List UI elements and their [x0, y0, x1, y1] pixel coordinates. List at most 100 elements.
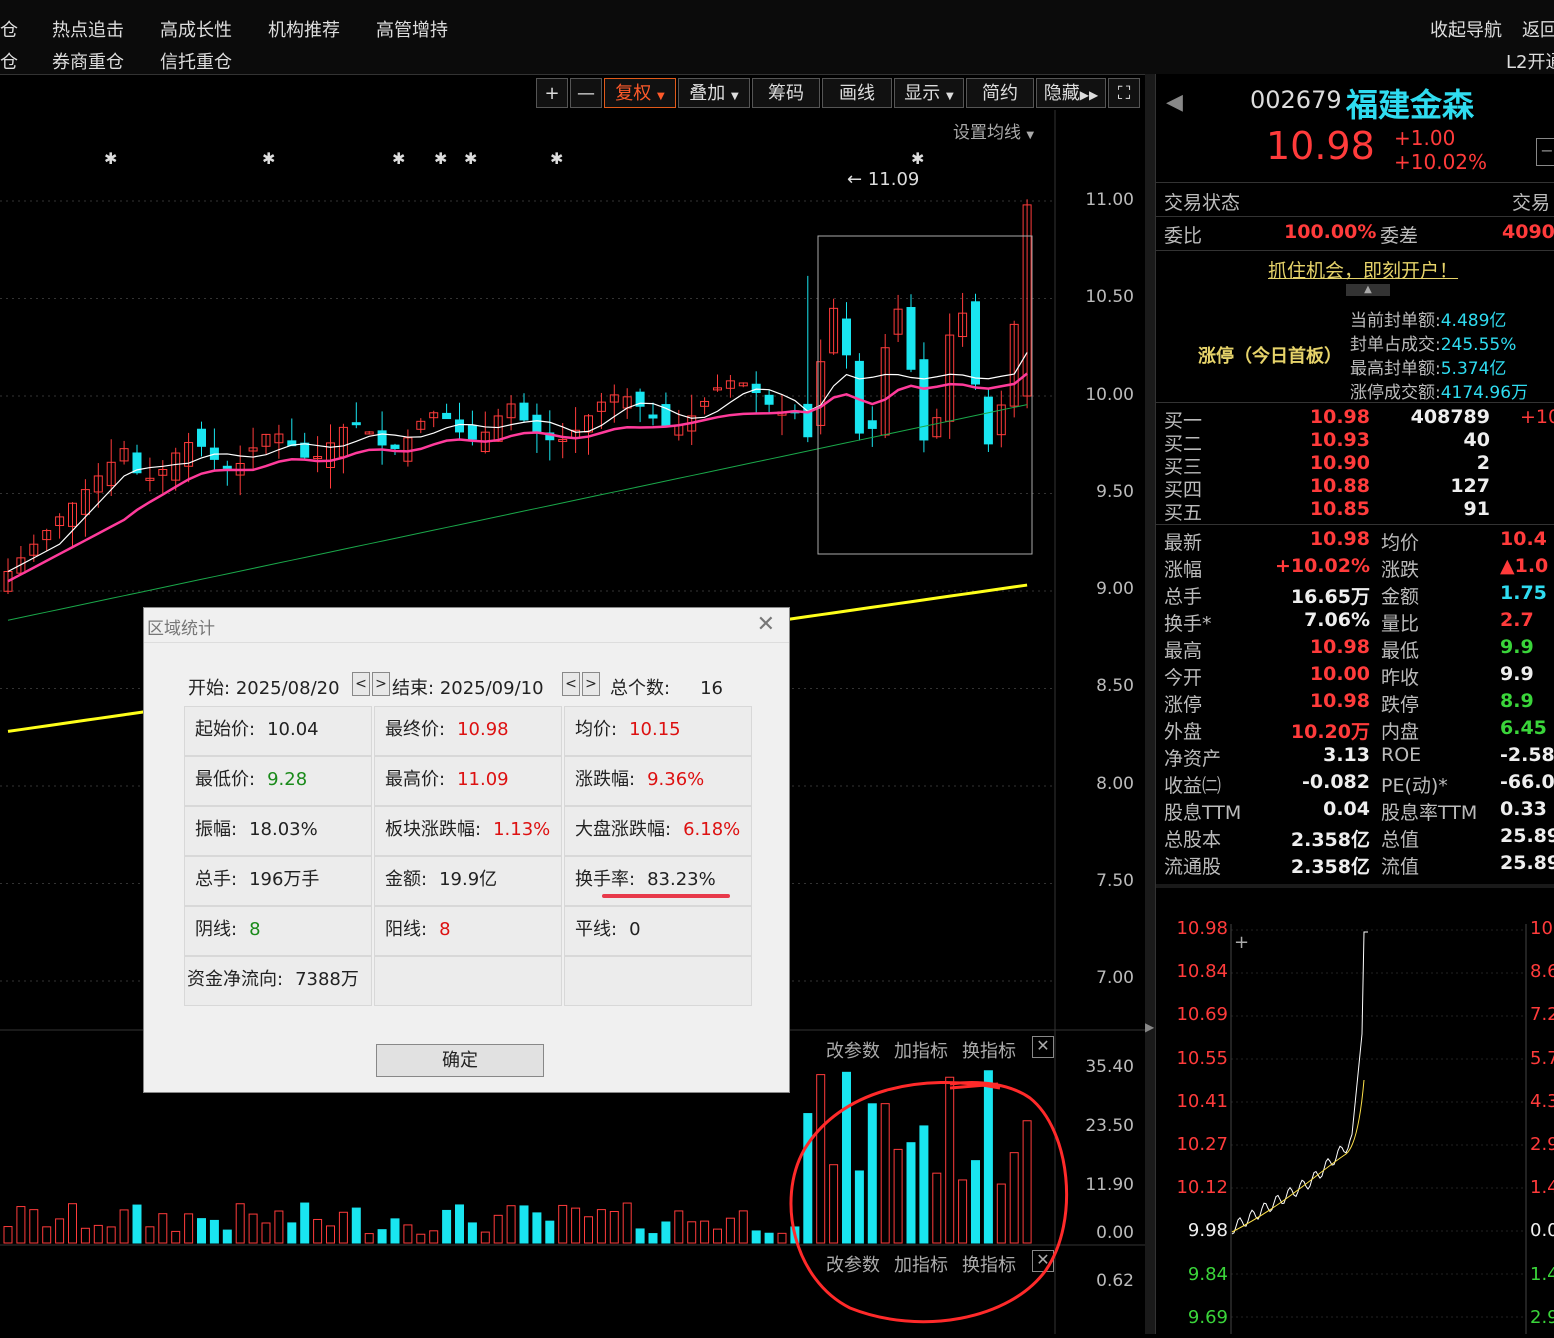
fuquan-label: 复权	[615, 83, 652, 104]
zoom-in-button[interactable]: +	[536, 78, 568, 108]
stat-value: 6.45	[1500, 717, 1547, 739]
fuquan-dropdown[interactable]: 复权 ▼	[604, 78, 676, 108]
volume-bar	[764, 1232, 774, 1244]
splitter-arrow-icon[interactable]: ▶	[1145, 1020, 1154, 1034]
hide-button[interactable]: 隐藏▶▶	[1036, 78, 1106, 108]
stat-value: 10.15	[629, 719, 681, 740]
volume-bar	[313, 1218, 323, 1244]
dialog-title: 区域统计	[147, 619, 215, 639]
overlay-label: 叠加	[689, 83, 726, 104]
event-marker-icon: ✱	[104, 149, 117, 168]
stat-label: 阳线:	[385, 919, 428, 940]
stat-label: 总手	[1164, 586, 1203, 608]
bid-volume: 408789	[1410, 406, 1490, 428]
l2-open-link[interactable]: L2开通	[1506, 48, 1554, 74]
open-account-link[interactable]: 抓住机会，即刻开户！	[1268, 256, 1458, 283]
simple-button[interactable]: 简约	[966, 78, 1034, 108]
volume-bar	[132, 1204, 142, 1244]
ma20-line	[7, 404, 1028, 621]
stat-label: 最低价:	[195, 769, 256, 790]
limit-info-value: 245.55%	[1440, 335, 1517, 355]
stat-value: 10.00	[1309, 663, 1370, 685]
intraday-pct-label: 4.3	[1530, 1090, 1554, 1112]
volume-bar	[197, 1218, 206, 1244]
hide-label: 隐藏	[1043, 83, 1080, 104]
intraday-price-label: 10.84	[1176, 961, 1228, 983]
limit-info-label: 最高封单额:	[1350, 359, 1441, 379]
volume-bar	[725, 1217, 735, 1244]
add-indicator-button[interactable]: 加指标	[894, 1037, 948, 1063]
collapse-up-icon[interactable]: ▲	[1346, 284, 1390, 296]
stat-label: 外盘	[1164, 721, 1203, 743]
candle-body	[971, 301, 980, 385]
candle-body	[764, 394, 774, 405]
divider	[1156, 250, 1554, 251]
stat-value: 10.98	[1309, 636, 1370, 658]
nav-item[interactable]: 信托重仓	[160, 48, 232, 74]
intraday-price-label: 10.98	[1176, 918, 1228, 939]
nav-item[interactable]: 高管增持	[376, 16, 448, 42]
volume-bar	[235, 1203, 245, 1244]
nav-item[interactable]: 高成长性	[160, 16, 232, 42]
start-next-button[interactable]: >	[372, 672, 390, 696]
close-icon[interactable]: ✕	[757, 612, 775, 637]
end-next-button[interactable]: >	[582, 672, 600, 696]
nav-item[interactable]: 券商重仓	[52, 48, 124, 74]
zoom-out-button[interactable]: —	[570, 78, 602, 108]
stat-label: 均价:	[575, 719, 618, 740]
close-indicator-icon[interactable]: ✕	[1032, 1036, 1054, 1058]
set-ma-button[interactable]: 设置均线 ▼	[953, 118, 1034, 143]
end-prev-button[interactable]: <	[562, 672, 580, 696]
nav-item[interactable]: 机构推荐	[268, 16, 340, 42]
quote-panel: ◀ 002679 福建金森 10.98 +1.00 +10.02% − 交易状态…	[1155, 74, 1554, 1334]
nav-item[interactable]: 仓	[0, 16, 18, 42]
volume-bar	[300, 1202, 310, 1244]
stat-label: 板块涨跌幅:	[385, 819, 482, 840]
overlay-dropdown[interactable]: 叠加 ▼	[678, 78, 750, 108]
ok-button[interactable]: 确定	[376, 1044, 544, 1077]
stat-value: 2.7	[1500, 609, 1534, 631]
back-button[interactable]: 返回	[1522, 16, 1554, 42]
change-params-button[interactable]: 改参数	[826, 1037, 880, 1063]
stat-value: 10.4	[1500, 528, 1547, 550]
panel-splitter[interactable]	[1145, 74, 1155, 1334]
collapse-nav-button[interactable]: 收起导航	[1430, 16, 1502, 42]
stat-cell: 均价: 10.15	[564, 706, 752, 756]
intraday-price-label: 9.69	[1187, 1306, 1228, 1328]
volume-bar	[545, 1220, 555, 1244]
intraday-pct-label: 5.7	[1530, 1047, 1554, 1069]
start-prev-button[interactable]: <	[352, 672, 370, 696]
display-dropdown[interactable]: 显示 ▼	[894, 78, 964, 108]
chips-button[interactable]: 筹码	[752, 78, 820, 108]
stat-label: 收益㈡	[1164, 775, 1222, 797]
fullscreen-icon[interactable]: ⛶	[1108, 78, 1140, 108]
volume-bar	[248, 1213, 258, 1244]
dropdown-arrow-icon: ▼	[1026, 130, 1035, 141]
nav-item[interactable]: 热点追击	[52, 16, 124, 42]
minus-icon[interactable]: −	[1536, 138, 1554, 166]
limit-info-line: 最高封单额:5.374亿	[1350, 354, 1506, 379]
stat-value: 8	[249, 919, 261, 940]
stat-value: 10.98	[1309, 528, 1370, 550]
volume-bar	[674, 1210, 684, 1244]
prev-stock-icon[interactable]: ◀	[1166, 90, 1183, 115]
nav-item[interactable]: 仓	[0, 48, 18, 74]
volume-bar	[338, 1211, 348, 1244]
draw-line-button[interactable]: 画线	[822, 78, 892, 108]
candle-body	[455, 419, 464, 433]
volume-bar	[93, 1224, 103, 1244]
stat-value: 3.13	[1323, 744, 1370, 766]
stat-label: 金额:	[385, 869, 428, 890]
volume-bar	[119, 1209, 129, 1244]
stat-value: 16.65万	[1290, 586, 1370, 608]
price-axis-label: 10.50	[1085, 287, 1134, 307]
volume-bar	[455, 1204, 464, 1244]
candle-body	[648, 414, 658, 419]
intraday-pct-label: 0.0	[1530, 1220, 1554, 1242]
stat-cell: 总手: 196万手	[184, 856, 372, 906]
end-date: 结束: 2025/09/10	[392, 674, 544, 700]
volume-bar	[390, 1218, 400, 1244]
divider	[1156, 402, 1554, 403]
stat-value: 9.28	[267, 769, 308, 790]
switch-indicator-button[interactable]: 换指标	[962, 1037, 1016, 1063]
